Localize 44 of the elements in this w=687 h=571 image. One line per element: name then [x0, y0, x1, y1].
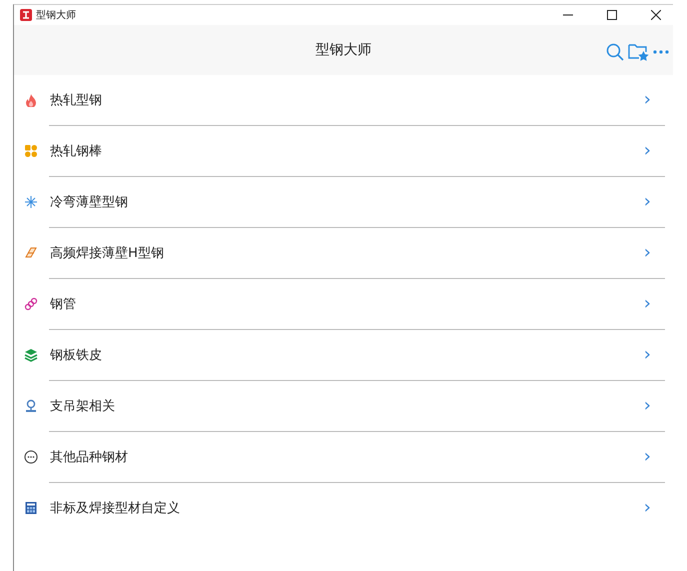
more-icon[interactable] — [653, 50, 669, 54]
menu-label: 其他品种钢材 — [50, 449, 128, 466]
menu-item[interactable]: 高频焊接薄壁H型钢 › — [14, 228, 673, 278]
page-title: 型钢大师 — [316, 41, 372, 59]
menu-item[interactable]: 钢板铁皮 › — [14, 330, 673, 380]
support-icon — [24, 399, 38, 413]
menu-label: 非标及焊接型材自定义 — [50, 500, 180, 517]
menu-label: 热轧型钢 — [50, 92, 102, 109]
maximize-icon[interactable] — [607, 10, 617, 20]
stack-icon — [24, 348, 38, 362]
chevron-icon: › — [644, 142, 651, 160]
calculator-icon — [24, 501, 38, 515]
window-title: 型钢大师 — [36, 8, 76, 22]
chevron-icon: › — [644, 295, 651, 313]
squares-icon — [24, 144, 38, 158]
menu-item[interactable]: 非标及焊接型材自定义 › — [14, 483, 673, 533]
app-logo-icon — [20, 9, 32, 21]
more-circle-icon — [24, 450, 38, 464]
chevron-icon: › — [644, 244, 651, 262]
chevron-icon: › — [644, 499, 651, 517]
menu-label: 钢管 — [50, 296, 76, 313]
snowflake-icon — [24, 195, 38, 209]
menu-item[interactable]: 热轧型钢 › — [14, 75, 673, 125]
flame-icon — [24, 93, 38, 107]
menu-item[interactable]: 其他品种钢材 › — [14, 432, 673, 482]
menu-item[interactable]: 钢管 › — [14, 279, 673, 329]
menu-item[interactable]: 热轧钢棒 › — [14, 126, 673, 176]
chevron-icon: › — [644, 346, 651, 364]
close-icon[interactable] — [651, 10, 661, 20]
menu-label: 高频焊接薄壁H型钢 — [50, 245, 164, 262]
search-icon[interactable] — [606, 43, 624, 61]
chevron-icon: › — [644, 193, 651, 211]
chevron-icon: › — [644, 397, 651, 415]
menu-label: 支吊架相关 — [50, 398, 115, 415]
menu-item[interactable]: 冷弯薄壁型钢 › — [14, 177, 673, 227]
menu-label: 钢板铁皮 — [50, 347, 102, 364]
beam-icon — [24, 246, 38, 260]
pipes-icon — [24, 297, 38, 311]
menu-item[interactable]: 支吊架相关 › — [14, 381, 673, 431]
menu-label: 热轧钢棒 — [50, 143, 102, 160]
chevron-icon: › — [644, 91, 651, 109]
chevron-icon: › — [644, 448, 651, 466]
menu-label: 冷弯薄壁型钢 — [50, 194, 128, 211]
folder-star-icon[interactable] — [628, 43, 649, 61]
